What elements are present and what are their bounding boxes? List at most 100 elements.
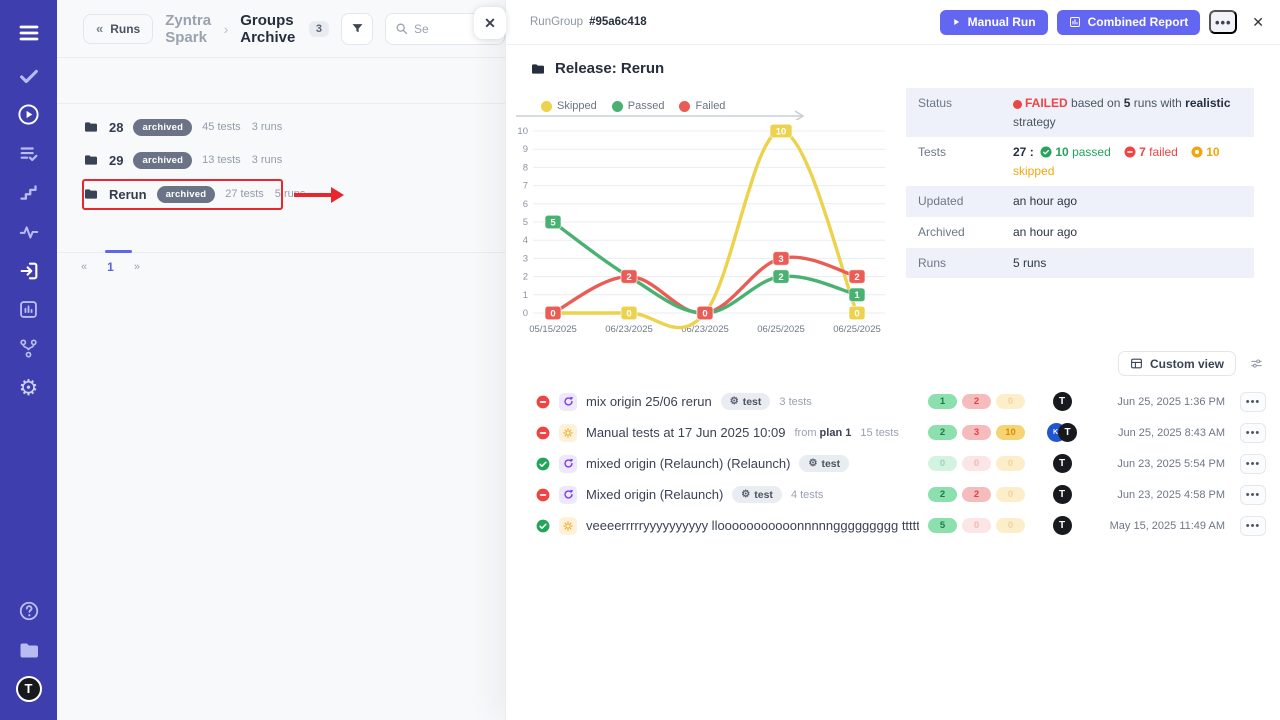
panel-close-button[interactable]: ✕ — [474, 7, 506, 39]
row-more-button[interactable]: ••• — [1240, 516, 1266, 536]
run-avatars: T — [1040, 485, 1084, 504]
svg-text:10: 10 — [776, 126, 787, 137]
run-count-pills: 1 2 0 — [928, 394, 1031, 409]
groups-archive-panel: « Runs Zyntra Spark › Groups Archive 3 2… — [57, 0, 505, 720]
page-number[interactable]: 1 — [107, 260, 114, 274]
failed-count-pill: 3 — [962, 425, 991, 440]
play-circle-icon[interactable] — [0, 95, 57, 134]
run-avatars: T — [1040, 454, 1084, 473]
failed-count-pill: 0 — [962, 518, 991, 533]
archived-badge: archived — [133, 119, 192, 136]
app-sidebar: ⚙ T — [0, 0, 57, 720]
run-row[interactable]: mix origin 25/06 rerun ⚙test 3 tests 1 2… — [522, 386, 1266, 417]
folder-icon — [83, 119, 99, 135]
next-page-button[interactable]: » — [134, 261, 140, 273]
menu-icon[interactable] — [0, 10, 57, 56]
group-row-rerun[interactable]: Rerun archived 27 tests5 runs — [83, 179, 305, 209]
group-name: 28 — [109, 120, 123, 135]
log-in-icon[interactable] — [0, 251, 57, 290]
group-runs-count: 3 runs — [252, 154, 283, 166]
runs-trend-chart[interactable]: 01234567891005/15/202506/23/202506/23/20… — [511, 105, 893, 343]
custom-view-button[interactable]: Custom view — [1118, 351, 1236, 376]
run-count-pills: 0 0 0 — [928, 456, 1031, 471]
failed-dot-icon — [679, 101, 690, 112]
activity-icon[interactable] — [0, 212, 57, 251]
git-fork-icon[interactable] — [0, 329, 57, 368]
gear-icon: ⚙ — [808, 458, 817, 469]
failed-count-pill: 0 — [962, 456, 991, 471]
active-page-indicator — [105, 250, 132, 253]
status-value: FAILED based on 5 runs with realistic st… — [1013, 94, 1242, 131]
legend-failed[interactable]: Failed — [679, 100, 725, 112]
summary-row-archived: Archived an hour ago — [906, 217, 1254, 248]
ellipsis-icon: ••• — [1246, 458, 1261, 470]
bar-chart-icon[interactable] — [0, 290, 57, 329]
run-row[interactable]: mixed origin (Relaunch) (Relaunch) ⚙test… — [522, 448, 1266, 479]
folder-icon[interactable] — [0, 630, 57, 669]
run-avatars: T — [1040, 516, 1084, 535]
left-panel-header: « Runs Zyntra Spark › Groups Archive 3 — [57, 0, 505, 58]
sliders-icon[interactable] — [1249, 357, 1264, 370]
runs-button-label: Runs — [110, 22, 140, 36]
annotation-arrow-head — [331, 187, 344, 203]
user-avatar[interactable]: T — [0, 669, 57, 708]
legend-skipped[interactable]: Skipped — [541, 100, 597, 112]
detail-close-button[interactable]: ✕ — [1252, 14, 1264, 31]
prev-page-button[interactable]: « — [81, 261, 87, 273]
filter-button[interactable] — [341, 13, 373, 45]
avatar: T — [1053, 485, 1072, 504]
run-title: Manual tests at 17 Jun 2025 10:09 — [586, 425, 785, 440]
row-more-button[interactable]: ••• — [1240, 392, 1266, 412]
run-row[interactable]: Manual tests at 17 Jun 2025 10:09 from p… — [522, 417, 1266, 448]
manual-run-button[interactable]: Manual Run — [940, 10, 1048, 35]
svg-text:0: 0 — [854, 308, 859, 319]
back-to-runs-button[interactable]: « Runs — [83, 14, 153, 44]
svg-text:6: 6 — [523, 199, 528, 210]
help-icon[interactable] — [0, 591, 57, 630]
gear-icon: ⚙ — [730, 396, 739, 407]
breadcrumb-project[interactable]: Zyntra Spark — [165, 12, 211, 46]
minus-circle-icon — [1124, 146, 1136, 158]
passed-count-pill: 2 — [928, 487, 957, 502]
tests-label: Tests — [918, 143, 1013, 180]
svg-text:2: 2 — [778, 272, 783, 283]
folder-icon — [83, 152, 99, 168]
annotation-arrow — [294, 193, 334, 197]
run-title: mix origin 25/06 rerun — [586, 394, 712, 409]
run-date: Jun 25, 2025 1:36 PM — [1093, 396, 1225, 408]
steps-icon[interactable] — [0, 173, 57, 212]
row-more-button[interactable]: ••• — [1240, 454, 1266, 474]
run-row[interactable]: Mixed origin (Relaunch) ⚙test 4 tests 2 … — [522, 479, 1266, 510]
svg-text:3: 3 — [523, 253, 528, 264]
updated-label: Updated — [918, 192, 1013, 211]
svg-text:06/23/2025: 06/23/2025 — [605, 324, 653, 335]
run-date: Jun 23, 2025 4:58 PM — [1093, 489, 1225, 501]
group-runs-count: 3 runs — [252, 121, 283, 133]
list-toolbar: Custom view — [1118, 351, 1264, 376]
status-label: Status — [918, 94, 1013, 131]
more-actions-button[interactable]: ••• — [1209, 10, 1237, 34]
run-row[interactable]: veeeerrrrryyyyyyyyyy llooooooooooonnnnng… — [522, 510, 1266, 541]
pagination: « 1 » — [81, 260, 140, 274]
settings-gear-icon[interactable]: ⚙ — [0, 368, 57, 407]
legend-passed[interactable]: Passed — [612, 100, 665, 112]
avatar-initial: T — [16, 676, 42, 702]
passed-status-icon — [536, 457, 550, 471]
passed-dot-icon — [612, 101, 623, 112]
row-more-button[interactable]: ••• — [1240, 485, 1266, 505]
archived-badge: archived — [133, 152, 192, 169]
combined-report-button[interactable]: Combined Report — [1057, 10, 1201, 35]
svg-text:0: 0 — [702, 308, 707, 319]
check-icon[interactable] — [0, 56, 57, 95]
list-check-icon[interactable] — [0, 134, 57, 173]
passed-count-pill: 2 — [928, 425, 957, 440]
row-more-button[interactable]: ••• — [1240, 423, 1266, 443]
summary-row-status: Status FAILED based on 5 runs with reali… — [906, 88, 1254, 137]
group-row-28[interactable]: 28 archived 45 tests 3 runs — [83, 112, 282, 142]
group-row-29[interactable]: 29 archived 13 tests3 runs — [83, 145, 282, 175]
svg-text:9: 9 — [523, 144, 528, 155]
test-tag-chip: ⚙test — [799, 455, 849, 472]
rerun-origin-icon — [559, 393, 577, 411]
group-tests-count: 45 tests — [202, 121, 241, 133]
svg-text:3: 3 — [778, 254, 783, 265]
